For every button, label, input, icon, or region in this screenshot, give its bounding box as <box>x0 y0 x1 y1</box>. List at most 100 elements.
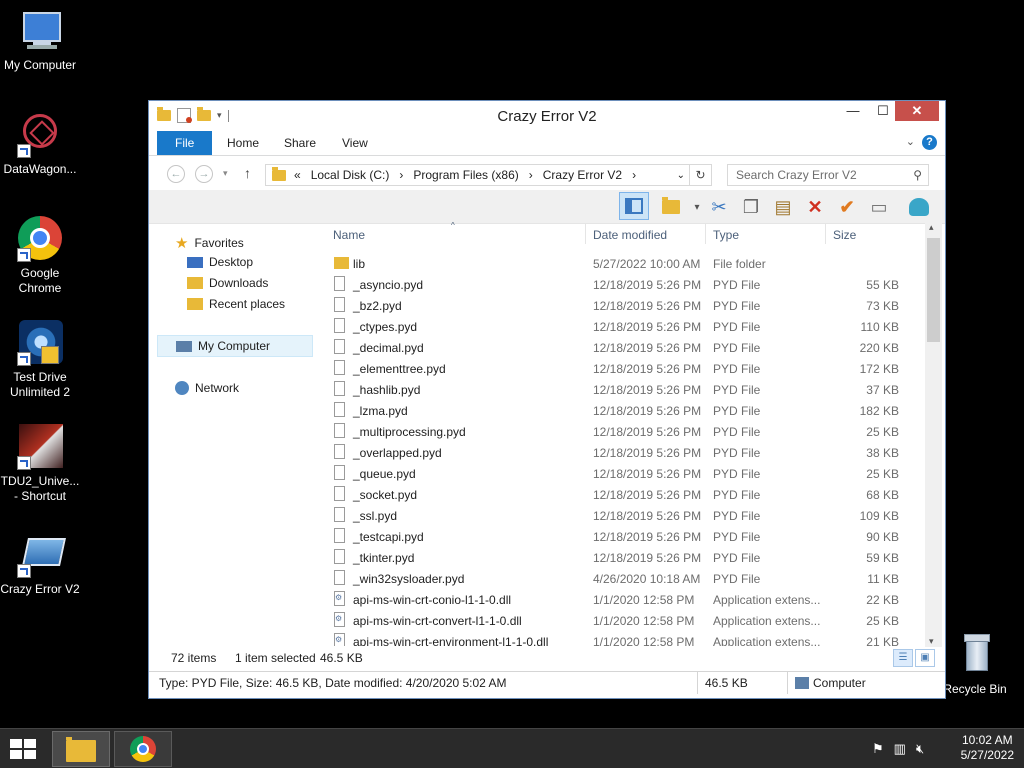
file-row[interactable]: _bz2.pyd 12/18/2019 5:26 PM PYD File 73 KB <box>327 295 909 316</box>
scroll-down-icon[interactable]: ▾ <box>929 636 934 647</box>
file-row[interactable]: api-ms-win-crt-environment-l1-1-0.dll 1/1… <box>327 631 909 646</box>
file-row[interactable]: _ctypes.pyd 12/18/2019 5:26 PM PYD File 110… <box>327 316 909 337</box>
action-center-flag-icon[interactable]: ⚑ <box>872 741 884 757</box>
volume-muted-icon[interactable]: 🔇︎ <box>916 741 924 757</box>
nav-my-computer[interactable]: My Computer <box>157 335 313 357</box>
address-segment-program-files[interactable]: Program Files (x86) <box>413 168 518 182</box>
address-bar[interactable]: « Local Disk (C:) › Program Files (x86) … <box>265 164 690 186</box>
file-row[interactable]: _lzma.pyd 12/18/2019 5:26 PM PYD File 182 K… <box>327 400 909 421</box>
paste-icon[interactable]: ▤ <box>771 195 795 219</box>
column-divider[interactable] <box>825 224 826 244</box>
preview-pane-button[interactable] <box>619 192 649 220</box>
rename-field-icon[interactable]: ▭ <box>867 195 891 219</box>
forward-button[interactable]: → <box>195 165 213 183</box>
properties-dropdown-icon[interactable]: ▾ <box>685 195 709 219</box>
file-size: 220 KB <box>859 341 899 355</box>
tab-home[interactable]: Home <box>213 131 273 155</box>
explorer-window[interactable]: ▾ Crazy Error V2 — ☐ ✕ File Home Share V… <box>148 100 946 699</box>
properties-button[interactable] <box>659 195 683 219</box>
file-row[interactable]: api-ms-win-crt-conio-l1-1-0.dll 1/1/2020 … <box>327 589 909 610</box>
scrollbar-thumb[interactable] <box>927 238 940 342</box>
up-button[interactable]: ↑ <box>244 165 251 181</box>
back-button[interactable]: ← <box>167 165 185 183</box>
file-row[interactable]: _elementtree.pyd 12/18/2019 5:26 PM PYD Fi… <box>327 358 909 379</box>
start-button[interactable] <box>8 737 38 761</box>
desktop-icon-datawagon[interactable]: DataWagon... <box>0 112 80 177</box>
search-input[interactable]: Search Crazy Error V2 ⚲ <box>727 164 929 186</box>
file-row[interactable]: _hashlib.pyd 12/18/2019 5:26 PM PYD File 37… <box>327 379 909 400</box>
file-icon <box>334 318 345 333</box>
search-icon: ⚲ <box>913 168 922 182</box>
file-row[interactable]: _socket.pyd 12/18/2019 5:26 PM PYD File 68 … <box>327 484 909 505</box>
address-segment-local-disk[interactable]: Local Disk (C:) <box>311 168 390 182</box>
file-details: Type: PYD File, Size: 46.5 KB, Date modi… <box>159 676 507 690</box>
file-row[interactable]: api-ms-win-crt-convert-l1-1-0.dll 1/1/202… <box>327 610 909 631</box>
file-row[interactable]: _overlapped.pyd 12/18/2019 5:26 PM PYD Fil… <box>327 442 909 463</box>
network-status-icon[interactable]: ▥ <box>894 741 906 757</box>
help-button[interactable]: ? <box>922 135 937 150</box>
file-name: _lzma.pyd <box>353 404 408 418</box>
desktop-icon-recycle-bin[interactable]: Recycle Bin <box>935 632 1015 697</box>
copy-icon[interactable]: ❐ <box>739 195 763 219</box>
desktop-icon-google-chrome[interactable]: Google Chrome <box>0 216 80 296</box>
file-size: 110 KB <box>860 320 899 334</box>
delete-icon[interactable]: ✕ <box>803 195 827 219</box>
nav-desktop[interactable]: Desktop <box>187 255 253 269</box>
tab-file[interactable]: File <box>157 131 213 155</box>
nav-downloads[interactable]: Downloads <box>187 276 268 290</box>
file-row[interactable]: lib 5/27/2022 10:00 AM File folder <box>327 253 909 274</box>
desktop-icon-tdu2-shortcut[interactable]: TDU2_Unive... - Shortcut <box>0 424 80 504</box>
clock[interactable]: 10:02 AM 5/27/2022 <box>961 733 1014 763</box>
scroll-up-icon[interactable]: ▴ <box>929 222 934 233</box>
maximize-button[interactable]: ☐ <box>868 101 898 121</box>
address-separator[interactable]: › <box>632 168 636 182</box>
details-view-button[interactable]: ☰ <box>893 649 913 667</box>
tab-share[interactable]: Share <box>270 131 330 155</box>
address-dropdown-icon[interactable]: ⌄ <box>677 170 685 181</box>
column-divider[interactable] <box>585 224 586 244</box>
column-date[interactable]: Date modified <box>593 228 667 242</box>
shell-icon[interactable] <box>907 195 931 219</box>
nav-network[interactable]: Network <box>175 381 239 395</box>
file-row[interactable]: _testcapi.pyd 12/18/2019 5:26 PM PYD File 9… <box>327 526 909 547</box>
desktop-icon-my-computer[interactable]: My Computer <box>0 8 80 73</box>
refresh-button[interactable]: ↻ <box>690 164 712 186</box>
desktop-icon-test-drive[interactable]: Test Drive Unlimited 2 <box>0 320 80 400</box>
expand-ribbon-icon[interactable]: ⌄ <box>906 135 915 148</box>
file-row[interactable]: _multiprocessing.pyd 12/18/2019 5:26 PM PY… <box>327 421 909 442</box>
taskbar-explorer-button[interactable] <box>52 731 110 767</box>
file-name: _ctypes.pyd <box>353 320 418 334</box>
nav-recent-places[interactable]: Recent places <box>187 297 285 311</box>
column-name[interactable]: Name <box>333 228 365 242</box>
nav-desktop-label: Desktop <box>209 255 254 269</box>
recent-locations-icon[interactable]: ▾ <box>223 168 228 179</box>
address-segment-crazy-error[interactable]: Crazy Error V2 <box>543 168 622 182</box>
close-button[interactable]: ✕ <box>895 101 939 121</box>
tab-view[interactable]: View <box>328 131 382 155</box>
file-row[interactable]: _decimal.pyd 12/18/2019 5:26 PM PYD File 22… <box>327 337 909 358</box>
address-separator[interactable]: › <box>529 168 533 182</box>
desktop-icon-crazy-error[interactable]: Crazy Error V2 <box>0 532 80 597</box>
column-divider[interactable] <box>705 224 706 244</box>
cut-icon[interactable]: ✂ <box>707 195 731 219</box>
nav-network-label: Network <box>195 381 240 395</box>
address-overflow[interactable]: « <box>294 168 301 182</box>
file-row[interactable]: _ssl.pyd 12/18/2019 5:26 PM PYD File 109 KB <box>327 505 909 526</box>
taskbar-chrome-button[interactable] <box>114 731 172 767</box>
file-row[interactable]: _win32sysloader.pyd 4/26/2020 10:18 AM PYD… <box>327 568 909 589</box>
column-type[interactable]: Type <box>713 228 739 242</box>
file-list[interactable]: lib 5/27/2022 10:00 AM File folder _asyncio… <box>327 253 909 646</box>
file-row[interactable]: _asyncio.pyd 12/18/2019 5:26 PM PYD File 55… <box>327 274 909 295</box>
address-separator[interactable]: › <box>399 168 403 182</box>
file-row[interactable]: _tkinter.pyd 12/18/2019 5:26 PM PYD File 59… <box>327 547 909 568</box>
title-bar[interactable]: ▾ Crazy Error V2 — ☐ ✕ <box>149 101 945 131</box>
tdu2-icon <box>17 424 63 470</box>
file-row[interactable]: _queue.pyd 12/18/2019 5:26 PM PYD File 25 K… <box>327 463 909 484</box>
large-icons-view-button[interactable]: ▣ <box>915 649 935 667</box>
vertical-scrollbar[interactable]: ▴ ▾ <box>925 222 942 647</box>
column-size[interactable]: Size <box>833 228 856 242</box>
nav-favorites[interactable]: ★ Favorites <box>175 234 244 252</box>
rename-icon[interactable]: ✔ <box>835 195 859 219</box>
minimize-button[interactable]: — <box>838 101 868 121</box>
file-date: 12/18/2019 5:26 PM <box>593 446 702 460</box>
